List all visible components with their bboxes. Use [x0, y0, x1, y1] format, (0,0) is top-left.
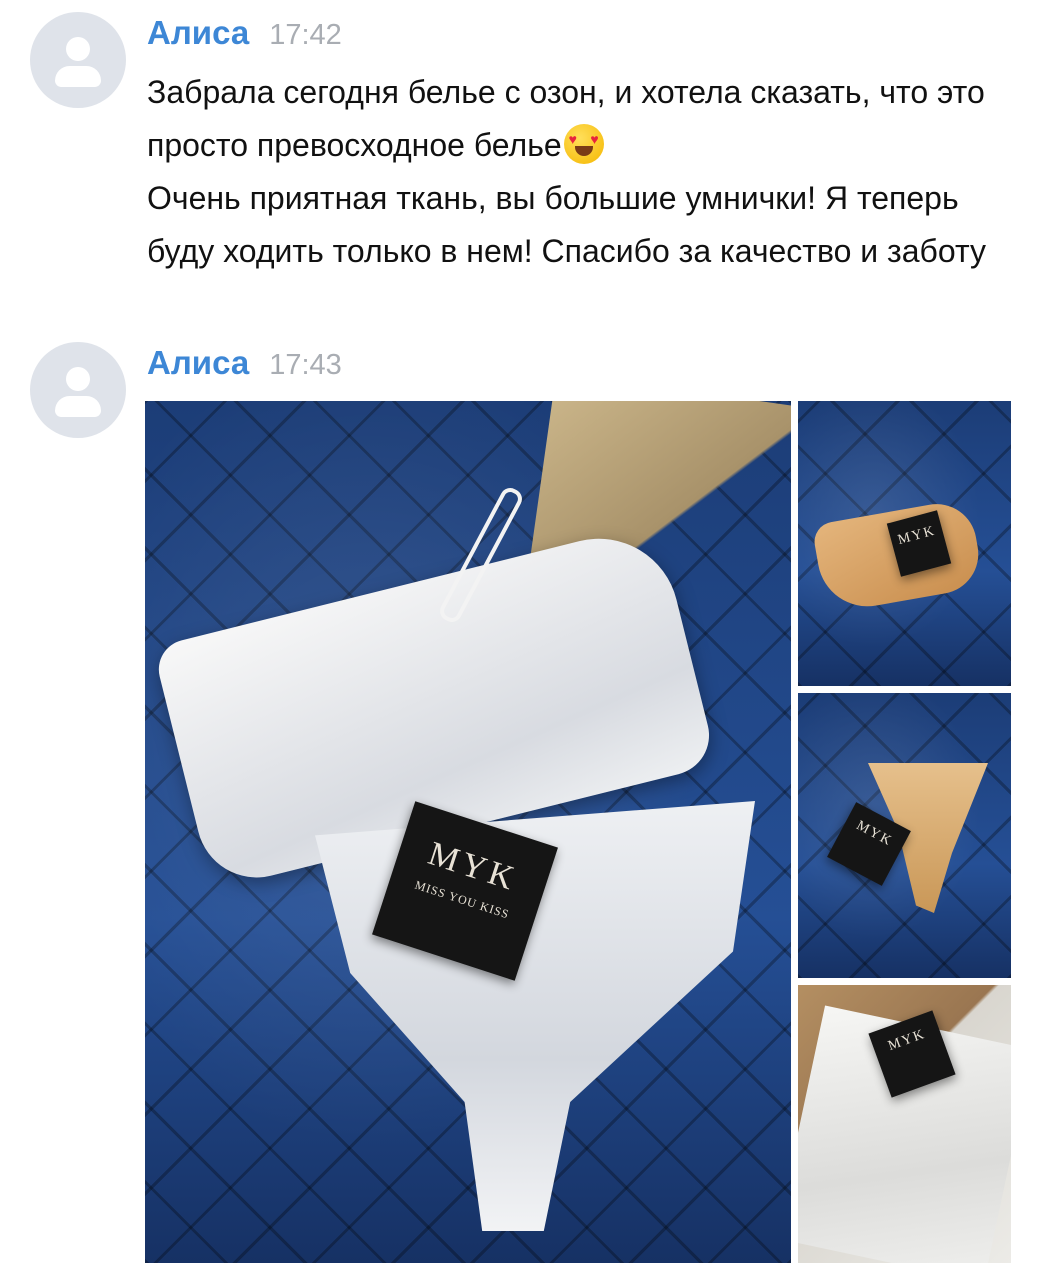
heart-icon: ♥ [590, 131, 599, 147]
photo-small-2[interactable]: MYK [798, 693, 1011, 978]
message-time: 17:42 [269, 19, 342, 51]
user-icon-body [55, 66, 101, 87]
author-name[interactable]: Алиса [147, 344, 249, 382]
message-text: Забрала сегодня белье с озон, и хотела с… [147, 66, 1017, 278]
heart-eyes-emoji-icon: ♥ ♥ [563, 124, 604, 164]
heart-icon: ♥ [568, 131, 577, 147]
photo-main[interactable]: MYK MISS YOU KISS [145, 401, 791, 1263]
brand-logo: MYK [896, 523, 938, 549]
message-time: 17:43 [269, 349, 342, 381]
avatar[interactable] [30, 342, 126, 438]
chat-view: Алиса 17:42 Забрала сегодня белье с озон… [0, 0, 1040, 1280]
photo-small-1[interactable]: MYK [798, 401, 1011, 686]
avatar[interactable] [30, 12, 126, 108]
message-header: Алиса 17:42 [147, 14, 342, 58]
emoji-mouth [574, 146, 593, 156]
message-paragraph-1: Забрала сегодня белье с озон, и хотела с… [147, 66, 1017, 172]
brand-logo: MYK [886, 1026, 928, 1055]
message-paragraph-2: Очень приятная ткань, вы большие умнички… [147, 180, 986, 269]
message-header: Алиса 17:43 [147, 344, 342, 388]
author-name[interactable]: Алиса [147, 14, 249, 52]
user-icon-body [55, 396, 101, 417]
user-icon [66, 367, 90, 391]
photo-small-3[interactable]: MYK [798, 985, 1011, 1263]
user-icon [66, 37, 90, 61]
